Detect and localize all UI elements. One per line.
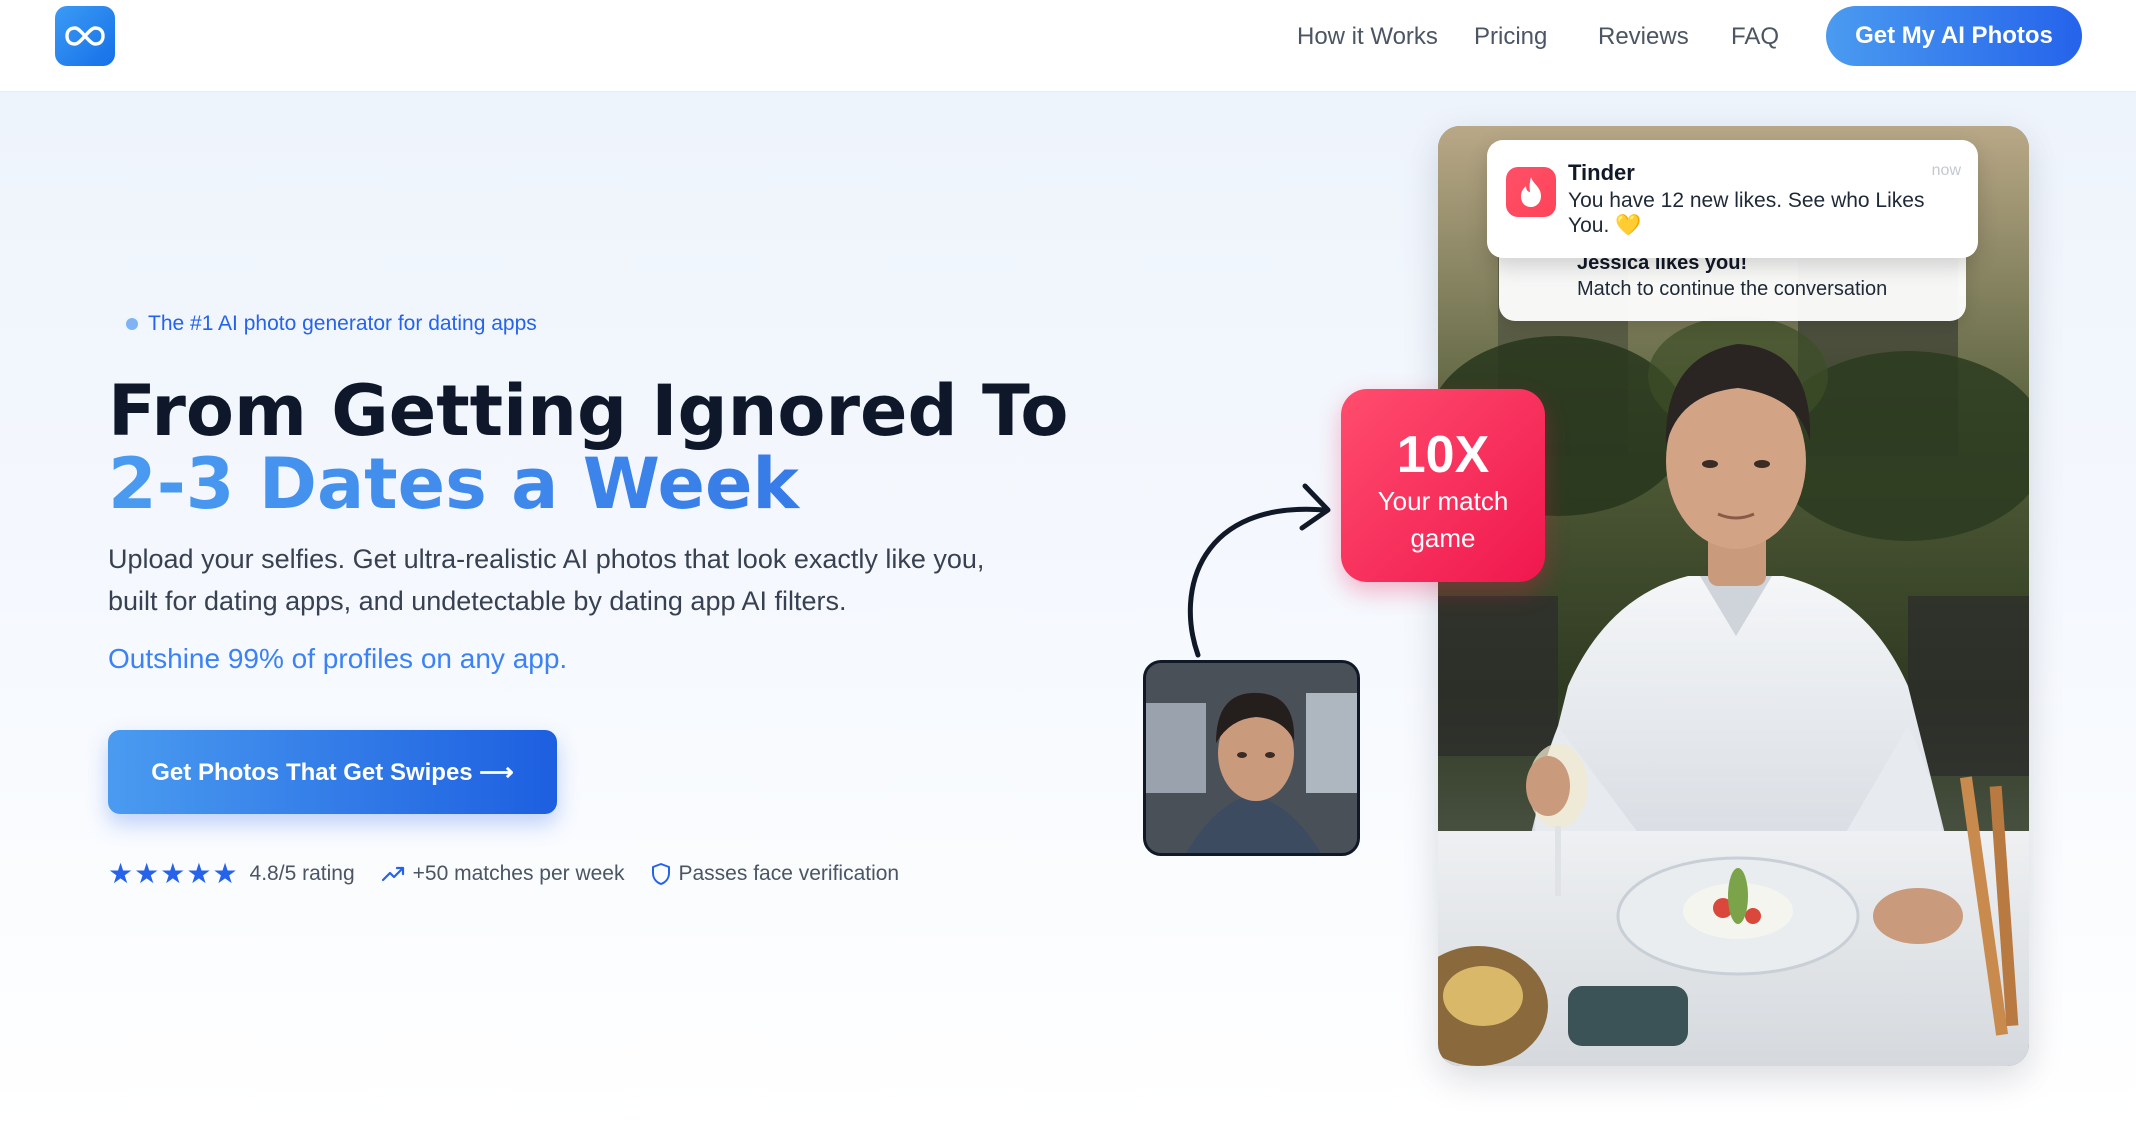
notification-body: Match to continue the conversation — [1577, 278, 1888, 300]
hero-subtext: Upload your selfies. Get ultra-realistic… — [108, 544, 985, 616]
headline-line-1: From Getting Ignored To — [108, 370, 1069, 452]
notification-time: now — [1931, 162, 1961, 179]
tinder-flame-icon — [1506, 167, 1556, 217]
outshine-text: Outshine 99% of profiles on any app. — [108, 643, 568, 674]
verification-text: Passes face verification — [678, 862, 900, 885]
rating-stars: ★ ★ ★ ★ ★ — [108, 860, 238, 888]
original-selfie-photo — [1143, 660, 1360, 856]
star-icon: ★ — [108, 858, 134, 889]
get-photos-that-get-swipes-button[interactable]: Get Photos That Get Swipes ⟶ — [108, 730, 557, 814]
10x-match-badge: 10X Your match game — [1341, 389, 1545, 582]
star-icon: ★ — [160, 858, 186, 889]
tagline: The #1 AI photo generator for dating app… — [126, 312, 537, 336]
hero-headline: From Getting Ignored To 2-3 Dates a Week — [108, 375, 1069, 521]
nav-faq[interactable]: FAQ — [1731, 23, 1779, 51]
shield-icon — [651, 862, 671, 886]
badge-headline: 10X — [1396, 426, 1490, 484]
tagline-dot-icon — [126, 318, 138, 330]
headline-line-2: 2-3 Dates a Week — [108, 448, 1069, 521]
infinity-icon — [65, 26, 105, 46]
top-navigation-bar: How it Works Pricing Reviews FAQ Get My … — [0, 0, 2136, 92]
notification-app-name: Tinder — [1568, 160, 1635, 185]
man-in-car-selfie-image — [1146, 663, 1357, 853]
logo-infinity-icon[interactable] — [55, 6, 115, 66]
star-icon: ★ — [134, 858, 160, 889]
star-icon: ★ — [186, 858, 212, 889]
hero-stats: ★ ★ ★ ★ ★ 4.8/5 rating +50 matches per w… — [108, 860, 899, 888]
notification-body: You have 12 new likes. See who Likes You… — [1568, 189, 1925, 237]
rating-text: 4.8/5 rating — [249, 862, 355, 885]
matches-text: +50 matches per week — [412, 862, 625, 885]
tagline-text: The #1 AI photo generator for dating app… — [148, 312, 537, 335]
get-my-ai-photos-button[interactable]: Get My AI Photos — [1826, 6, 2082, 66]
trending-up-icon — [381, 865, 405, 883]
nav-reviews[interactable]: Reviews — [1598, 23, 1689, 51]
nav-pricing[interactable]: Pricing — [1474, 23, 1547, 51]
tinder-notification: Tinder now You have 12 new likes. See wh… — [1487, 140, 1978, 258]
nav-how-it-works[interactable]: How it Works — [1297, 23, 1438, 51]
curved-arrow-icon — [1187, 483, 1331, 658]
star-icon: ★ — [212, 858, 238, 889]
badge-caption: Your match game — [1377, 486, 1509, 553]
